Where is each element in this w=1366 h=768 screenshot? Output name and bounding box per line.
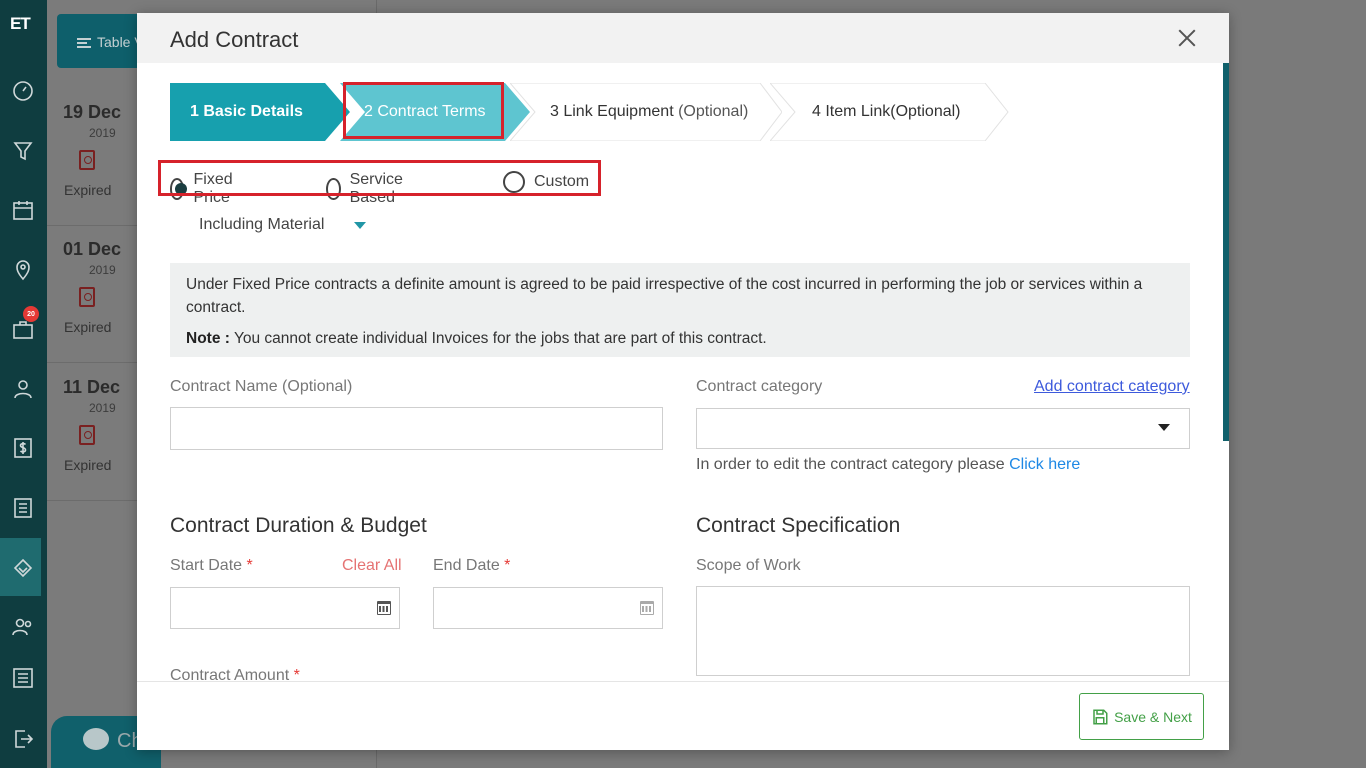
team-icon[interactable]: [9, 613, 37, 641]
end-date-label: End Date *: [433, 557, 511, 574]
save-next-button[interactable]: Save & Next: [1079, 693, 1204, 740]
edit-category-hint: In order to edit the contract category p…: [696, 456, 1081, 473]
logout-icon[interactable]: [9, 725, 37, 753]
user-icon[interactable]: [9, 375, 37, 403]
step-basic-details[interactable]: 1 Basic Details: [170, 83, 350, 141]
contract-amount-label: Contract Amount *: [170, 667, 300, 681]
radio-highlight-box: [158, 160, 601, 196]
nav-rail: ET 20: [0, 0, 47, 768]
scope-of-work-textarea[interactable]: [696, 586, 1190, 676]
clear-all-link[interactable]: Clear All: [342, 557, 402, 575]
contract-category-select[interactable]: [696, 408, 1190, 449]
modal-header: Add Contract: [137, 13, 1229, 63]
contract-specification-title: Contract Specification: [696, 514, 901, 537]
calendar-icon[interactable]: [640, 601, 654, 615]
end-date-input[interactable]: [433, 587, 663, 629]
step-highlight-box: [343, 82, 504, 139]
list-item[interactable]: 19 Dec 2019 Expired: [47, 90, 137, 226]
add-contract-category-link[interactable]: Add contract category: [1034, 378, 1190, 396]
step-link-equipment[interactable]: 3 Link Equipment (Optional): [510, 83, 782, 141]
settings-sliders-icon[interactable]: [9, 664, 37, 692]
expired-doc-icon: [79, 287, 95, 307]
dashboard-icon[interactable]: [9, 77, 37, 105]
modal-title: Add Contract: [170, 27, 299, 52]
expired-doc-icon: [79, 150, 95, 170]
calendar-icon[interactable]: [9, 196, 37, 224]
step-item-link[interactable]: 4 Item Link(Optional): [770, 83, 1010, 141]
start-date-label: Start Date *: [170, 557, 253, 574]
contract-category-label: Contract category: [696, 378, 823, 395]
list-item[interactable]: 11 Dec 2019 Expired: [47, 365, 137, 501]
calendar-icon[interactable]: [377, 601, 391, 615]
chat-bubble-icon: [83, 728, 109, 750]
notification-badge: 20: [23, 306, 39, 322]
modal-footer: Save & Next: [137, 681, 1229, 750]
contract-handshake-icon[interactable]: [9, 554, 37, 582]
save-icon: [1093, 709, 1108, 724]
start-date-input[interactable]: [170, 587, 400, 629]
list-icon[interactable]: [9, 494, 37, 522]
hamburger-icon: [77, 38, 91, 49]
scope-of-work-label: Scope of Work: [696, 557, 801, 574]
close-icon[interactable]: [1175, 26, 1199, 50]
scrollbar[interactable]: [1223, 63, 1229, 441]
material-option-select[interactable]: Including Material: [199, 216, 324, 234]
add-contract-modal: Add Contract 1 Basic Details 2 Contract …: [137, 13, 1229, 750]
map-pin-icon[interactable]: [9, 256, 37, 284]
dollar-icon[interactable]: [9, 434, 37, 462]
list-item[interactable]: 01 Dec 2019 Expired: [47, 227, 137, 363]
contract-name-label: Contract Name (Optional): [170, 378, 353, 395]
contract-name-input[interactable]: [170, 407, 663, 450]
app-logo: ET: [10, 14, 31, 33]
chevron-down-icon[interactable]: [1158, 424, 1170, 431]
funnel-icon[interactable]: [9, 137, 37, 165]
contract-info-box: Under Fixed Price contracts a definite a…: [170, 263, 1190, 357]
click-here-link[interactable]: Click here: [1009, 456, 1080, 473]
chevron-down-icon[interactable]: [354, 222, 366, 229]
expired-doc-icon: [79, 425, 95, 445]
duration-budget-title: Contract Duration & Budget: [170, 514, 427, 537]
